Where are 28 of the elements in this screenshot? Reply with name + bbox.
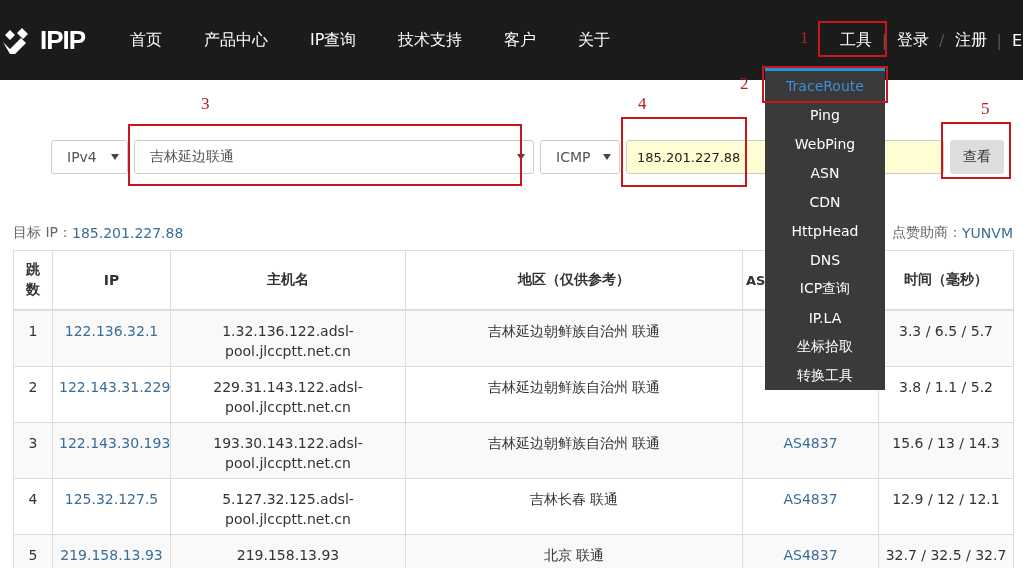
annotation-number: 2 <box>740 74 749 94</box>
separator: / <box>939 30 945 50</box>
hop-cell: 5 <box>13 534 53 568</box>
hostname-cell: 1.32.136.122.adsl-pool.jlccptt.net.cn <box>170 310 406 366</box>
hop-cell: 4 <box>13 478 53 534</box>
annotation-number: 4 <box>638 94 647 114</box>
target-label: 目标 IP： <box>13 224 73 242</box>
sponsor-label: 点赞助商： <box>892 224 963 242</box>
region-cell: 吉林延边朝鲜族自治州 联通 <box>405 422 743 478</box>
separator: | <box>996 30 1002 50</box>
region-cell: 吉林长春 联通 <box>405 478 743 534</box>
separator: | <box>881 30 888 50</box>
time-cell: 15.6 / 13 / 14.3 <box>878 422 1014 478</box>
hop-cell: 2 <box>13 366 53 422</box>
time-cell: 12.9 / 12 / 12.1 <box>878 478 1014 534</box>
time-cell: 32.7 / 32.5 / 32.7 <box>878 534 1014 568</box>
hostname-cell: 219.158.13.93 <box>170 534 406 568</box>
annotation-number: 1 <box>800 28 809 48</box>
hop-cell: 1 <box>13 310 53 366</box>
annotation-number: 5 <box>981 99 990 119</box>
hop-cell: 3 <box>13 422 53 478</box>
region-cell: 吉林延边朝鲜族自治州 联通 <box>405 310 743 366</box>
region-cell: 北京 联通 <box>405 534 743 568</box>
hostname-cell: 193.30.143.122.adsl-pool.jlccptt.net.cn <box>170 422 406 478</box>
region-cell: 吉林延边朝鲜族自治州 联通 <box>405 366 743 422</box>
hostname-cell: 229.31.143.122.adsl-pool.jlccptt.net.cn <box>170 366 406 422</box>
hostname-cell: 5.127.32.125.adsl-pool.jlccptt.net.cn <box>170 478 406 534</box>
annotation-number: 3 <box>201 94 210 114</box>
